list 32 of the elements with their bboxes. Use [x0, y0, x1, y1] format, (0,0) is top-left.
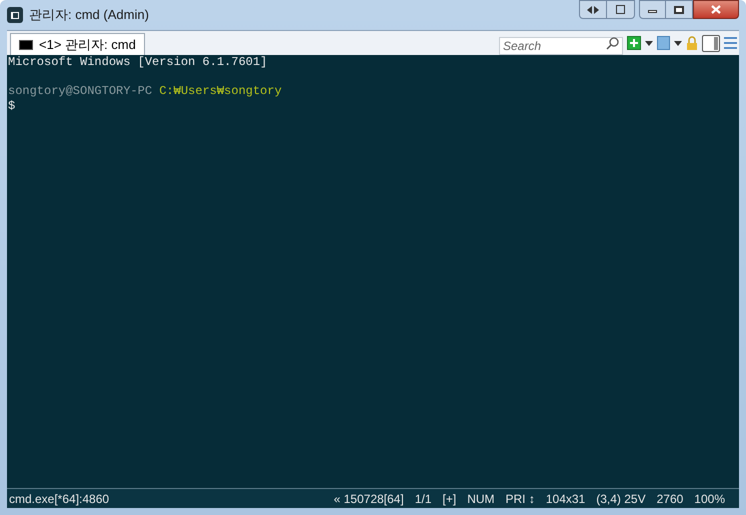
status-text: PRI ↕ [506, 490, 535, 508]
status-text: « 150728[64] [334, 490, 404, 508]
status-text: 1/1 [414, 490, 432, 508]
window-title: 관리자: cmd (Admin) [29, 6, 149, 24]
status-text: 100% [694, 490, 725, 508]
split-arrows-icon [587, 6, 599, 14]
console-text: $ [8, 98, 16, 112]
search-field[interactable]: Search [499, 37, 623, 55]
panel-toggle-icon[interactable] [702, 34, 720, 52]
app-icon [7, 7, 23, 23]
status-text: cmd.exe[*64]:4860 [9, 490, 110, 508]
caret-icon[interactable] [674, 40, 682, 46]
console-icon [19, 40, 33, 50]
plus-icon[interactable] [630, 39, 638, 47]
caret-icon[interactable] [645, 40, 653, 46]
status-text: 2760 [656, 490, 684, 508]
minimize-button[interactable] [639, 0, 666, 19]
status-text: NUM [467, 490, 495, 508]
status-text: [+] [442, 490, 456, 508]
console-text: Microsoft Windows [Version 6.1.7601] [8, 55, 268, 69]
menu-icon[interactable] [724, 37, 737, 49]
status-text: (3,4) 25V [596, 490, 646, 508]
close-button[interactable] [693, 0, 739, 19]
console-text: C:₩Users₩songtory [158, 84, 282, 98]
console-tab[interactable]: <1> 관리자: cmd [10, 33, 145, 55]
status-text: 104x31 [546, 490, 586, 508]
search-icon [606, 36, 620, 50]
console-text: songtory@SONGTORY-PC [8, 84, 152, 98]
split-button[interactable] [579, 0, 607, 19]
restore-console-button[interactable] [607, 0, 635, 19]
close-icon [711, 5, 721, 14]
maximize-button[interactable] [666, 0, 693, 19]
